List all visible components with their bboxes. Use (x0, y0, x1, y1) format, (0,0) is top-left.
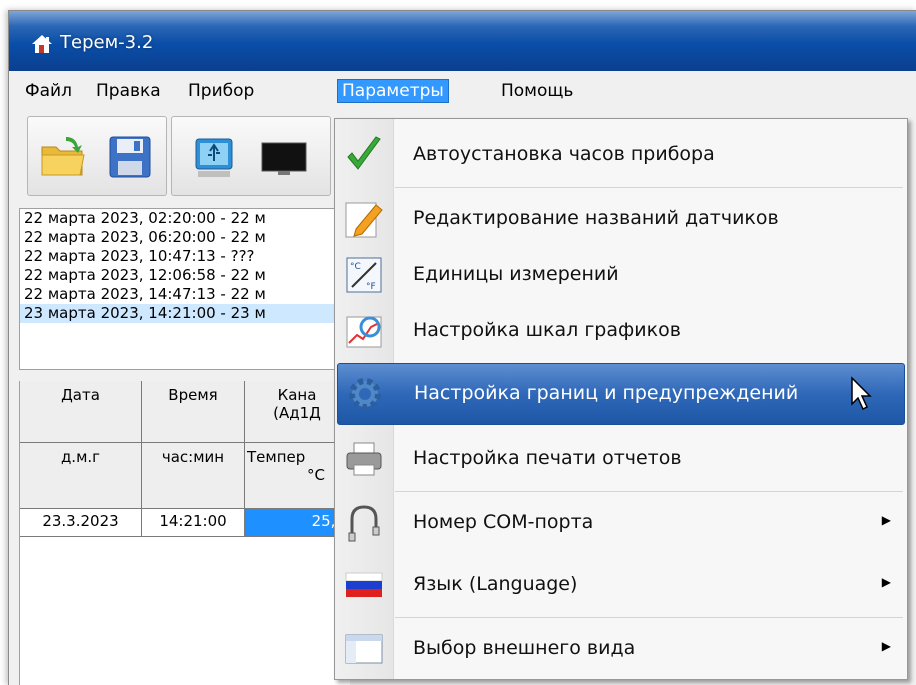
pencil-icon (345, 202, 383, 238)
monitor-icon[interactable] (258, 131, 310, 183)
window-layout-icon (345, 634, 383, 664)
list-item-selected[interactable]: 23 марта 2023, 14:21:00 - 23 м (20, 304, 350, 323)
title-bar[interactable]: Терем-3.2 (9, 11, 916, 71)
menu-item-com-port[interactable]: Номер COM-порта ▶ (337, 493, 905, 553)
parameters-dropdown-menu: Автоустановка часов прибора Редактирован… (334, 118, 908, 680)
units-icon: °C °F (346, 257, 382, 293)
toolbar-group-device (171, 116, 331, 196)
russian-flag-icon (345, 572, 383, 597)
column-header-time[interactable]: Время (142, 381, 245, 443)
menu-item-appearance[interactable]: Выбор внешнего вида ▶ (337, 619, 905, 679)
menu-item-units[interactable]: °C °F Единицы измерений (337, 245, 905, 305)
menu-help[interactable]: Помощь (497, 80, 577, 102)
menu-item-print-settings[interactable]: Настройка печати отчетов (337, 429, 905, 489)
menu-edit[interactable]: Правка (92, 80, 165, 102)
menu-separator (395, 187, 903, 188)
menu-parameters[interactable]: Параметры (337, 79, 449, 103)
list-item[interactable]: 22 марта 2023, 14:47:13 - 22 м (20, 285, 350, 304)
list-item[interactable]: 22 марта 2023, 12:06:58 - 22 м (20, 266, 350, 285)
open-folder-icon[interactable] (38, 131, 90, 183)
toolbar-group-file (27, 116, 167, 196)
cell-date[interactable]: 23.3.2023 (20, 509, 142, 537)
column-unit-date: д.м.г (20, 443, 142, 509)
submenu-arrow-icon: ▶ (881, 575, 891, 589)
cell-time[interactable]: 14:21:00 (142, 509, 245, 537)
menu-device[interactable]: Прибор (184, 80, 258, 102)
menu-item-limits-warnings[interactable]: Настройка границ и предупреждений (337, 363, 905, 425)
submenu-arrow-icon: ▶ (881, 639, 891, 653)
save-icon[interactable] (104, 131, 156, 183)
menu-file[interactable]: Файл (21, 80, 76, 102)
column-unit-time: час:мин (142, 443, 245, 509)
printer-icon (346, 442, 382, 476)
mouse-pointer-icon (851, 376, 872, 411)
list-item[interactable]: 22 марта 2023, 06:20:00 - 22 м (20, 228, 350, 247)
data-grid: Дата Время Кана (Ад1Д д.м.г час:мин Темпе… (19, 381, 350, 685)
house-icon (32, 35, 52, 53)
svg-text:°C: °C (350, 262, 361, 272)
menu-item-language[interactable]: Язык (Language) ▶ (337, 555, 905, 615)
list-item[interactable]: 22 марта 2023, 02:20:00 - 22 м (20, 209, 350, 228)
gear-icon (349, 378, 381, 410)
menu-bar: Файл Правка Прибор Параметры Помощь (9, 71, 916, 111)
menu-item-chart-scales[interactable]: Настройка шкал графиков (337, 301, 905, 361)
menu-item-rename-sensors[interactable]: Редактирование названий датчиков (337, 189, 905, 249)
column-header-date[interactable]: Дата (20, 381, 142, 443)
menu-item-auto-clock[interactable]: Автоустановка часов прибора (337, 125, 905, 185)
usb-device-icon[interactable] (188, 131, 240, 183)
menu-separator (395, 617, 903, 618)
checkmark-icon (347, 136, 381, 170)
chart-scale-icon (346, 316, 382, 348)
window-title: Терем-3.2 (60, 32, 154, 53)
menu-separator (395, 491, 903, 492)
list-item[interactable]: 22 марта 2023, 10:47:13 - ??? (20, 247, 350, 266)
svg-text:°F: °F (366, 282, 376, 292)
session-list[interactable]: 22 марта 2023, 02:20:00 - 22 м 22 марта … (19, 208, 351, 370)
submenu-arrow-icon: ▶ (881, 513, 891, 527)
cable-icon (348, 505, 380, 542)
